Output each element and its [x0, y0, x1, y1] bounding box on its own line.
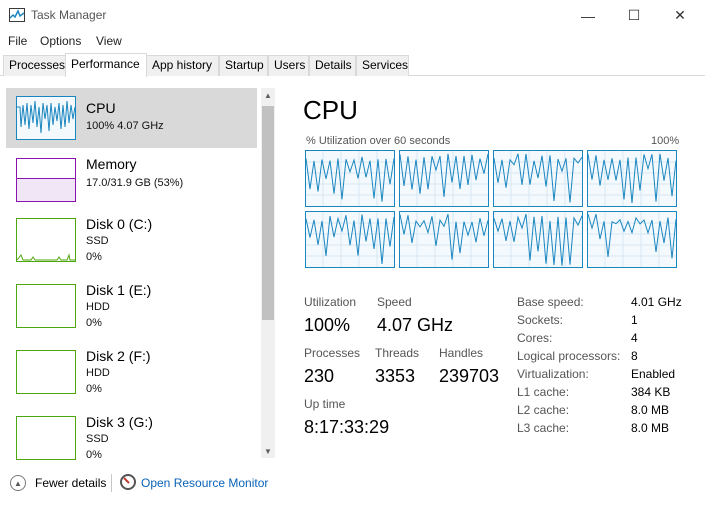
spec-value: 1	[631, 313, 638, 327]
close-icon[interactable]: ✕	[657, 0, 703, 31]
spec-label: L3 cache:	[517, 421, 570, 435]
sidebar-item-title: Disk 1 (E:)	[86, 282, 152, 298]
sidebar-item-title: Memory	[86, 156, 137, 172]
footer: ▲ Fewer details Open Resource Monitor	[0, 466, 705, 508]
sidebar-item-title: Disk 0 (C:)	[86, 216, 153, 232]
disk-thumbnail-graph	[16, 416, 76, 460]
cpu-core-graph	[493, 150, 583, 207]
page-title: CPU	[303, 95, 358, 125]
maximize-icon[interactable]: ☐	[611, 0, 657, 31]
disk-thumbnail-graph	[16, 284, 76, 328]
sidebar-item-subtitle: SSD	[86, 235, 109, 247]
fewer-details-button[interactable]: Fewer details	[35, 476, 106, 490]
handles-label: Handles	[439, 346, 484, 360]
cpu-thumbnail-graph	[16, 96, 76, 140]
menu-view[interactable]: View	[96, 34, 122, 48]
spec-label: L2 cache:	[517, 403, 570, 417]
tab-startup[interactable]: Startup	[219, 55, 268, 76]
tab-performance[interactable]: Performance	[65, 53, 147, 77]
chevron-down-icon[interactable]: ▼	[261, 444, 275, 458]
speed-value: 4.07 GHz	[377, 315, 454, 335]
spec-value: 4	[631, 331, 638, 345]
minimize-icon[interactable]: —	[565, 0, 611, 31]
title-bar: Task Manager — ☐ ✕	[0, 0, 705, 31]
window-title: Task Manager	[31, 8, 107, 22]
open-resource-monitor-link[interactable]: Open Resource Monitor	[141, 476, 268, 490]
sidebar-scrollbar[interactable]: ▲ ▼	[261, 88, 275, 458]
threads-label: Threads	[375, 346, 420, 360]
menu-options[interactable]: Options	[40, 34, 81, 48]
spec-label: Cores:	[517, 331, 553, 345]
sidebar-item-subtitle: HDD	[86, 367, 110, 379]
cpu-core-graph	[305, 211, 395, 268]
sidebar-item-usage: 0%	[86, 317, 102, 329]
sidebar-item-cpu[interactable]: CPU 100% 4.07 GHz	[6, 88, 257, 148]
resource-monitor-icon[interactable]	[120, 474, 136, 490]
collapse-icon[interactable]: ▲	[10, 475, 26, 491]
utilization-label: Utilization	[304, 295, 357, 309]
sidebar-item-subtitle: HDD	[86, 301, 110, 313]
spec-value: Enabled	[631, 367, 676, 381]
sidebar-item-memory[interactable]: Memory 17.0/31.9 GB (53%)	[6, 150, 257, 210]
sidebar-item-usage: 0%	[86, 449, 102, 461]
menu-file[interactable]: File	[8, 34, 27, 48]
sidebar-item-disk-0[interactable]: Disk 0 (C:) SSD 0%	[6, 212, 257, 272]
sidebar-item-disk-2[interactable]: Disk 2 (F:) HDD 0%	[6, 344, 257, 404]
spec-value: 8.0 MB	[631, 403, 670, 417]
cpu-core-graph	[399, 211, 489, 268]
chart-caption: % Utilization over 60 seconds	[306, 135, 451, 147]
memory-thumbnail-graph	[16, 158, 76, 202]
cpu-core-graph	[399, 150, 489, 207]
sidebar-item-subtitle: SSD	[86, 433, 109, 445]
utilization-value: 100%	[304, 315, 351, 335]
spec-value: 4.01 GHz	[631, 295, 682, 309]
tab-services[interactable]: Services	[356, 55, 409, 76]
menu-bar: File Options View	[0, 31, 705, 51]
spec-label: L1 cache:	[517, 385, 570, 399]
handles-value: 239703	[439, 366, 500, 386]
spec-value: 384 KB	[631, 385, 671, 399]
cpu-core-graph	[493, 211, 583, 268]
disk-thumbnail-graph	[16, 350, 76, 394]
task-manager-icon	[9, 8, 25, 22]
sidebar-item-subtitle: 100% 4.07 GHz	[86, 120, 164, 132]
tab-strip: Processes Performance App history Startu…	[0, 53, 705, 77]
sidebar-item-usage: 0%	[86, 383, 102, 395]
chevron-up-icon[interactable]: ▲	[261, 88, 275, 102]
spec-label: Virtualization:	[517, 367, 589, 381]
sidebar-item-disk-1[interactable]: Disk 1 (E:) HDD 0%	[6, 278, 257, 338]
sidebar-item-subtitle: 17.0/31.9 GB (53%)	[86, 177, 184, 189]
tab-users[interactable]: Users	[268, 55, 309, 76]
sidebar-item-title: Disk 2 (F:)	[86, 348, 151, 364]
processes-label: Processes	[304, 346, 361, 360]
cpu-core-graph	[587, 211, 677, 268]
sidebar-item-disk-3[interactable]: Disk 3 (G:) SSD 0%	[6, 410, 257, 461]
sidebar-item-title: CPU	[86, 100, 116, 116]
spec-label: Logical processors:	[517, 349, 621, 363]
threads-value: 3353	[375, 366, 416, 386]
footer-divider	[111, 474, 112, 492]
tab-details[interactable]: Details	[309, 55, 356, 76]
spec-label: Base speed:	[517, 295, 584, 309]
spec-value: 8.0 MB	[631, 421, 670, 435]
tab-app-history[interactable]: App history	[146, 55, 219, 76]
uptime-label: Up time	[304, 397, 346, 411]
tab-processes[interactable]: Processes	[3, 55, 66, 76]
sidebar-item-usage: 0%	[86, 251, 102, 263]
chart-max-label: 100%	[651, 135, 680, 147]
sidebar-item-title: Disk 3 (G:)	[86, 414, 153, 430]
resource-sidebar: CPU 100% 4.07 GHz Memory 17.0/31.9 GB (5…	[0, 84, 278, 461]
spec-value: 8	[631, 349, 638, 363]
spec-label: Sockets:	[517, 313, 564, 327]
scrollbar-thumb[interactable]	[262, 106, 274, 320]
speed-label: Speed	[377, 295, 412, 309]
disk-thumbnail-graph	[16, 218, 76, 262]
cpu-core-graph	[587, 150, 677, 207]
processes-value: 230	[304, 366, 335, 386]
uptime-value: 8:17:33:29	[304, 417, 390, 437]
cpu-core-graph	[305, 150, 395, 207]
